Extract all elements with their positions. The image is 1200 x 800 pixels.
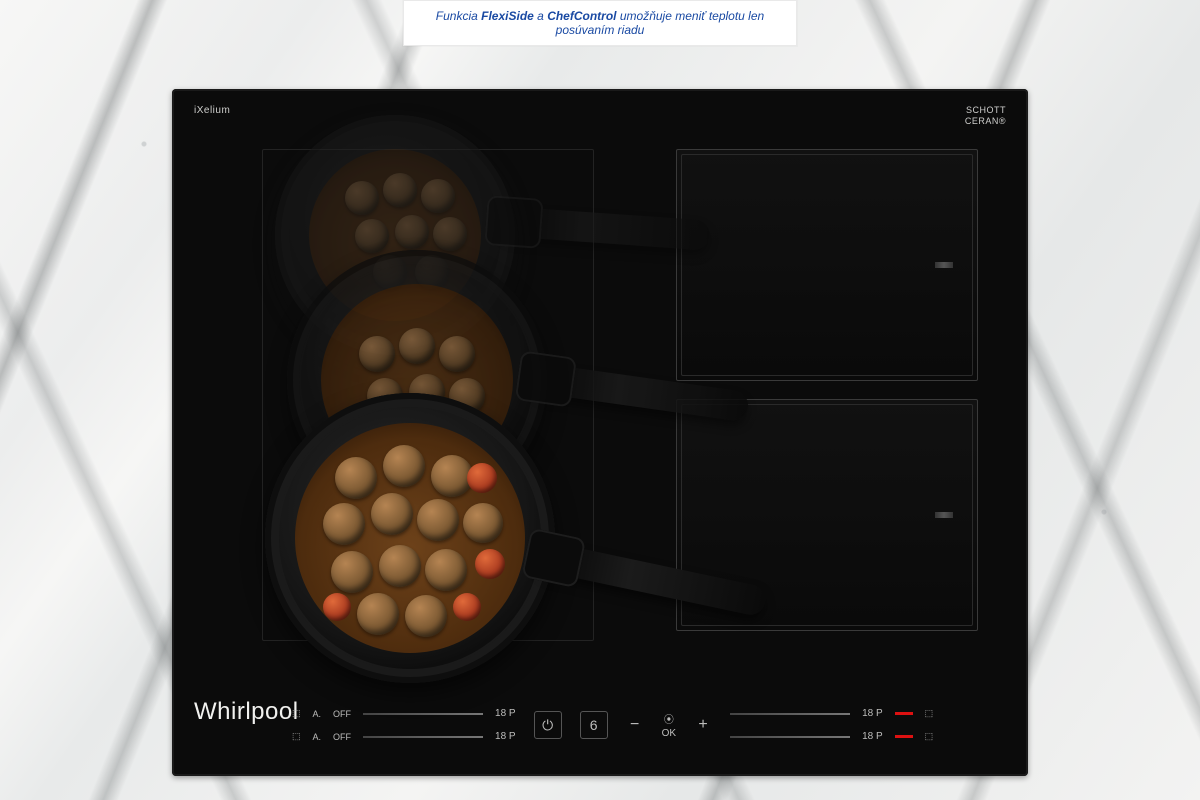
plus-button[interactable]: + — [694, 716, 712, 734]
meatball — [345, 181, 379, 215]
power-button[interactable]: ⏻ — [534, 711, 562, 739]
meatball — [405, 595, 447, 637]
schott-line1: SCHOTT — [966, 105, 1006, 115]
zone-bridge-icon — [935, 512, 953, 518]
zone-indicator-icon: ⬚ — [292, 731, 301, 742]
meatball — [395, 215, 429, 249]
timer-icon: ⦿ — [664, 711, 674, 726]
minus-button[interactable]: − — [626, 716, 644, 734]
meatball — [425, 549, 467, 591]
meatball — [359, 336, 395, 372]
power-digit-top: A. — [313, 709, 322, 719]
brand-logo-whirlpool: Whirlpool — [194, 698, 299, 726]
meatball — [323, 503, 365, 545]
cherry-tomato — [467, 463, 497, 493]
zone-bridge-icon — [935, 262, 953, 268]
power-slider[interactable] — [363, 736, 483, 738]
caption-bold-flexiside: FlexiSide — [481, 9, 534, 23]
pan-front — [265, 393, 555, 683]
meatball — [421, 179, 455, 213]
power-digit-bottom: A. — [313, 732, 322, 742]
power-max-label: 18 P — [495, 708, 516, 719]
caption-bold-chefcontrol: ChefControl — [547, 9, 616, 23]
cherry-tomato — [475, 549, 505, 579]
left-zone-readout: ⬚ A. OFF 18 P ⬚ A. OFF 18 P — [292, 708, 516, 742]
power-slider[interactable] — [730, 713, 850, 715]
caption-mid: a — [537, 9, 547, 23]
power-level-bar — [895, 735, 913, 738]
zone-indicator-icon: ⬚ — [925, 731, 934, 742]
meatball — [399, 328, 435, 364]
off-label: OFF — [333, 709, 351, 719]
meatball — [357, 593, 399, 635]
corner-label-schott-ceran: SCHOTT CERAN® — [965, 105, 1006, 127]
power-slider[interactable] — [363, 713, 483, 715]
zone-indicator-icon: ⬚ — [925, 708, 934, 719]
zone-indicator-icon: ⬚ — [292, 708, 301, 719]
meatball — [383, 445, 425, 487]
meatball — [433, 217, 467, 251]
control-panel: ⬚ A. OFF 18 P ⬚ A. OFF 18 P ⏻ 6 − ⦿ — [292, 690, 998, 760]
stage: Funkcia FlexiSide a ChefControl umožňuje… — [0, 0, 1200, 800]
power-level-bar — [895, 712, 913, 715]
feature-caption: Funkcia FlexiSide a ChefControl umožňuje… — [403, 0, 797, 46]
meatball — [417, 499, 459, 541]
right-zone-readout: 18 P ⬚ 18 P ⬚ — [730, 708, 933, 742]
cherry-tomato — [453, 593, 481, 621]
caption-prefix: Funkcia — [436, 9, 481, 23]
meatball — [439, 336, 475, 372]
corner-label-ixelium: iXelium — [194, 105, 230, 116]
meatball — [331, 551, 373, 593]
meatball — [371, 493, 413, 535]
meatball — [383, 173, 417, 207]
power-slider[interactable] — [730, 736, 850, 738]
meatball — [379, 545, 421, 587]
power-max-label: 18 P — [862, 708, 883, 719]
ok-button[interactable]: OK — [662, 728, 676, 739]
power-max-label: 18 P — [495, 731, 516, 742]
meatball — [355, 219, 389, 253]
right-zone-top — [676, 149, 978, 381]
power-max-label: 18 P — [862, 731, 883, 742]
sixth-sense-button[interactable]: 6 — [580, 711, 608, 739]
meatball — [463, 503, 503, 543]
meatball — [335, 457, 377, 499]
schott-line2: CERAN® — [965, 116, 1006, 126]
cherry-tomato — [323, 593, 351, 621]
off-label: OFF — [333, 732, 351, 742]
